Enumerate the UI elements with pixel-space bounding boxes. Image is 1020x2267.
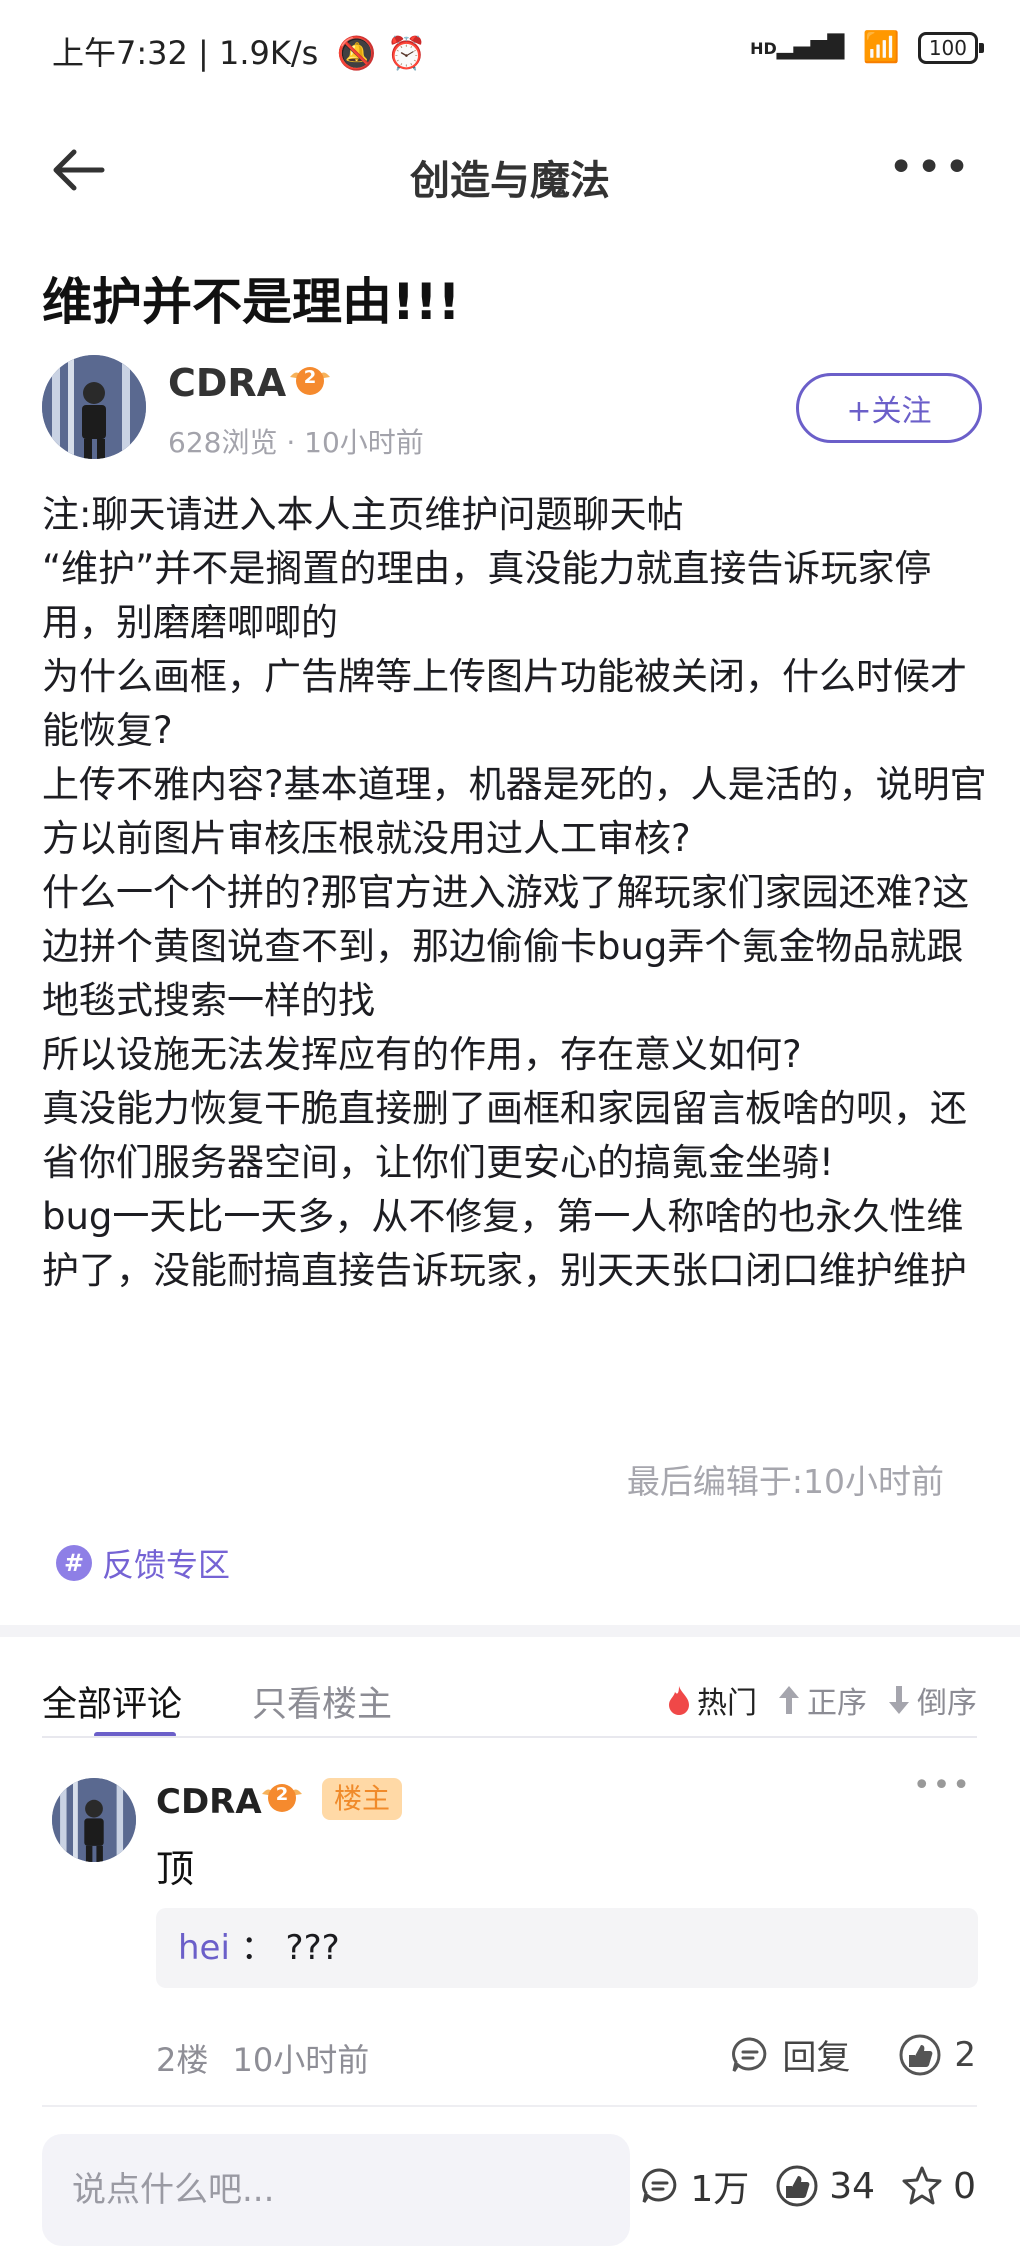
flame-icon <box>667 1685 691 1715</box>
comment-avatar[interactable] <box>52 1778 136 1862</box>
favorite-count: 0 <box>953 2165 976 2207</box>
comment-text: 顶 <box>156 1847 195 1891</box>
page-title: 创造与魔法 <box>410 158 610 204</box>
status-time: 上午7:32 | 1.9K/s 🔕 ⏰ <box>52 28 426 74</box>
body-paragraph: 所以设施无法发挥应有的作用，存在意义如何? <box>42 1033 802 1076</box>
level-number: 2 <box>303 367 317 388</box>
view-count: 628浏览 <box>168 426 278 459</box>
comment-input[interactable]: 说点什么吧... <box>42 2134 630 2246</box>
body-paragraph: 上传不雅内容?基本道理，机器是死的，人是活的，说明官方以前图片审核压根就没用过人… <box>42 763 987 860</box>
like-count: 34 <box>829 2165 876 2207</box>
reply-text: ??? <box>285 1928 340 1968</box>
topic-tag-label: 反馈专区 <box>102 1546 231 1584</box>
sort-hot[interactable]: 热门 <box>667 1678 757 1722</box>
comments-button[interactable]: 1万 <box>640 2160 749 2212</box>
sort-hot-label: 热门 <box>697 1686 757 1721</box>
reply-username[interactable]: hei <box>178 1928 230 1968</box>
comment-like-count: 2 <box>954 2034 976 2075</box>
author-name[interactable]: CDRA <box>168 361 286 405</box>
owner-badge: 楼主 <box>322 1778 402 1820</box>
comment-author-name[interactable]: CDRA <box>156 1782 262 1822</box>
reply-preview[interactable]: hei ： ??? <box>156 1908 978 1988</box>
hd-signal-icon: HD▂▄▆█ <box>750 35 845 60</box>
level-badge: 2 <box>288 363 332 399</box>
tab-owner-only[interactable]: 只看楼主 <box>252 1676 392 1727</box>
status-right: HD▂▄▆█ 📶 100 <box>750 30 985 65</box>
more-options-icon[interactable]: ••• <box>888 146 972 190</box>
floor-number: 2楼 <box>156 2041 209 2079</box>
hd-label: HD <box>750 39 777 58</box>
clock: 上午7:32 <box>52 34 188 72</box>
meta-dot: · <box>286 426 305 459</box>
thumb-up-icon <box>775 2164 819 2208</box>
battery-level: 100 <box>928 35 967 60</box>
bottom-actions: 1万 34 0 <box>640 2160 976 2212</box>
alarm-icon: ⏰ <box>386 34 427 72</box>
thumb-up-icon <box>898 2033 942 2077</box>
post-title: 维护并不是理由!!! <box>42 273 461 331</box>
topic-tag[interactable]: # 反馈专区 <box>56 1540 230 1586</box>
author-row: CDRA 2 628浏览 · 10小时前 +关注 <box>42 355 982 465</box>
status-bar: 上午7:32 | 1.9K/s 🔕 ⏰ HD▂▄▆█ 📶 100 <box>0 22 1020 78</box>
post-meta: 628浏览 · 10小时前 <box>168 421 424 461</box>
tab-all-comments[interactable]: 全部评论 <box>42 1676 182 1727</box>
comment-time: 10小时前 <box>232 2041 370 2079</box>
section-divider <box>0 1625 1020 1637</box>
post-time: 10小时前 <box>304 426 424 459</box>
comment-level-number: 2 <box>275 1784 289 1805</box>
hash-icon: # <box>56 1545 92 1581</box>
body-paragraph: 为什么画框，广告牌等上传图片功能被关闭，什么时候才能恢复? <box>42 655 967 752</box>
sort-descending-label: 倒序 <box>917 1686 977 1721</box>
comment-actions: 回复 2 <box>730 2030 976 2079</box>
body-paragraph: bug一天比一天多，从不修复，第一人称啥的也永久性维护了，没能耐搞直接告诉玩家，… <box>42 1195 967 1292</box>
body-paragraph: 真没能力恢复干脆直接删了画框和家园留言板啥的呗，还省你们服务器空间，让你们更安心… <box>42 1087 967 1184</box>
sort-descending[interactable]: 倒序 <box>887 1678 977 1722</box>
comment-count: 1万 <box>690 2169 750 2210</box>
comment-bubble-icon <box>640 2166 680 2206</box>
author-avatar[interactable] <box>42 355 146 459</box>
comment-more-icon[interactable]: ••• <box>913 1768 972 1803</box>
body-paragraph: 注:聊天请进入本人主页维护问题聊天帖 <box>42 493 684 536</box>
like-button[interactable]: 34 <box>775 2164 875 2208</box>
arrow-down-icon <box>887 1684 911 1716</box>
comment-tabs: 全部评论 只看楼主 热门 正序 倒序 <box>42 1676 977 1738</box>
sort-options: 热门 正序 倒序 <box>667 1678 977 1722</box>
battery-icon: 100 <box>917 31 985 64</box>
separator: | <box>198 34 219 72</box>
last-edited: 最后编辑于:10小时前 <box>626 1462 944 1501</box>
reply-button[interactable]: 回复 <box>730 2030 850 2079</box>
comment-like-button[interactable]: 2 <box>898 2033 976 2077</box>
reply-bubble-icon <box>730 2035 770 2075</box>
mute-icon: 🔕 <box>336 34 377 72</box>
post-body: 注:聊天请进入本人主页维护问题聊天帖 “维护”并不是搁置的理由，真没能力就直接告… <box>42 488 992 1298</box>
comment-footer: 2楼 10小时前 <box>156 2035 369 2081</box>
star-icon <box>901 2165 943 2207</box>
reply-label: 回复 <box>782 2038 851 2078</box>
follow-button[interactable]: +关注 <box>796 373 982 443</box>
favorite-button[interactable]: 0 <box>901 2165 976 2207</box>
wifi-icon: 📶 <box>862 30 900 65</box>
body-paragraph: “维护”并不是搁置的理由，真没能力就直接告诉玩家停用，别磨磨唧唧的 <box>42 547 932 644</box>
sort-ascending[interactable]: 正序 <box>777 1678 867 1722</box>
top-nav: 创造与魔法 ••• <box>0 130 1020 210</box>
network-speed: 1.9K/s <box>219 34 319 72</box>
body-paragraph: 什么一个个拼的?那官方进入游戏了解玩家们家园还难?这边拼个黄图说查不到，那边偷偷… <box>42 871 970 1022</box>
tabs-divider <box>42 1736 977 1738</box>
sort-ascending-label: 正序 <box>807 1686 867 1721</box>
comment-divider <box>42 2105 977 2107</box>
reply-separator: ： <box>240 1928 275 1968</box>
comment-level-badge: 2 <box>260 1780 304 1816</box>
arrow-up-icon <box>777 1684 801 1716</box>
